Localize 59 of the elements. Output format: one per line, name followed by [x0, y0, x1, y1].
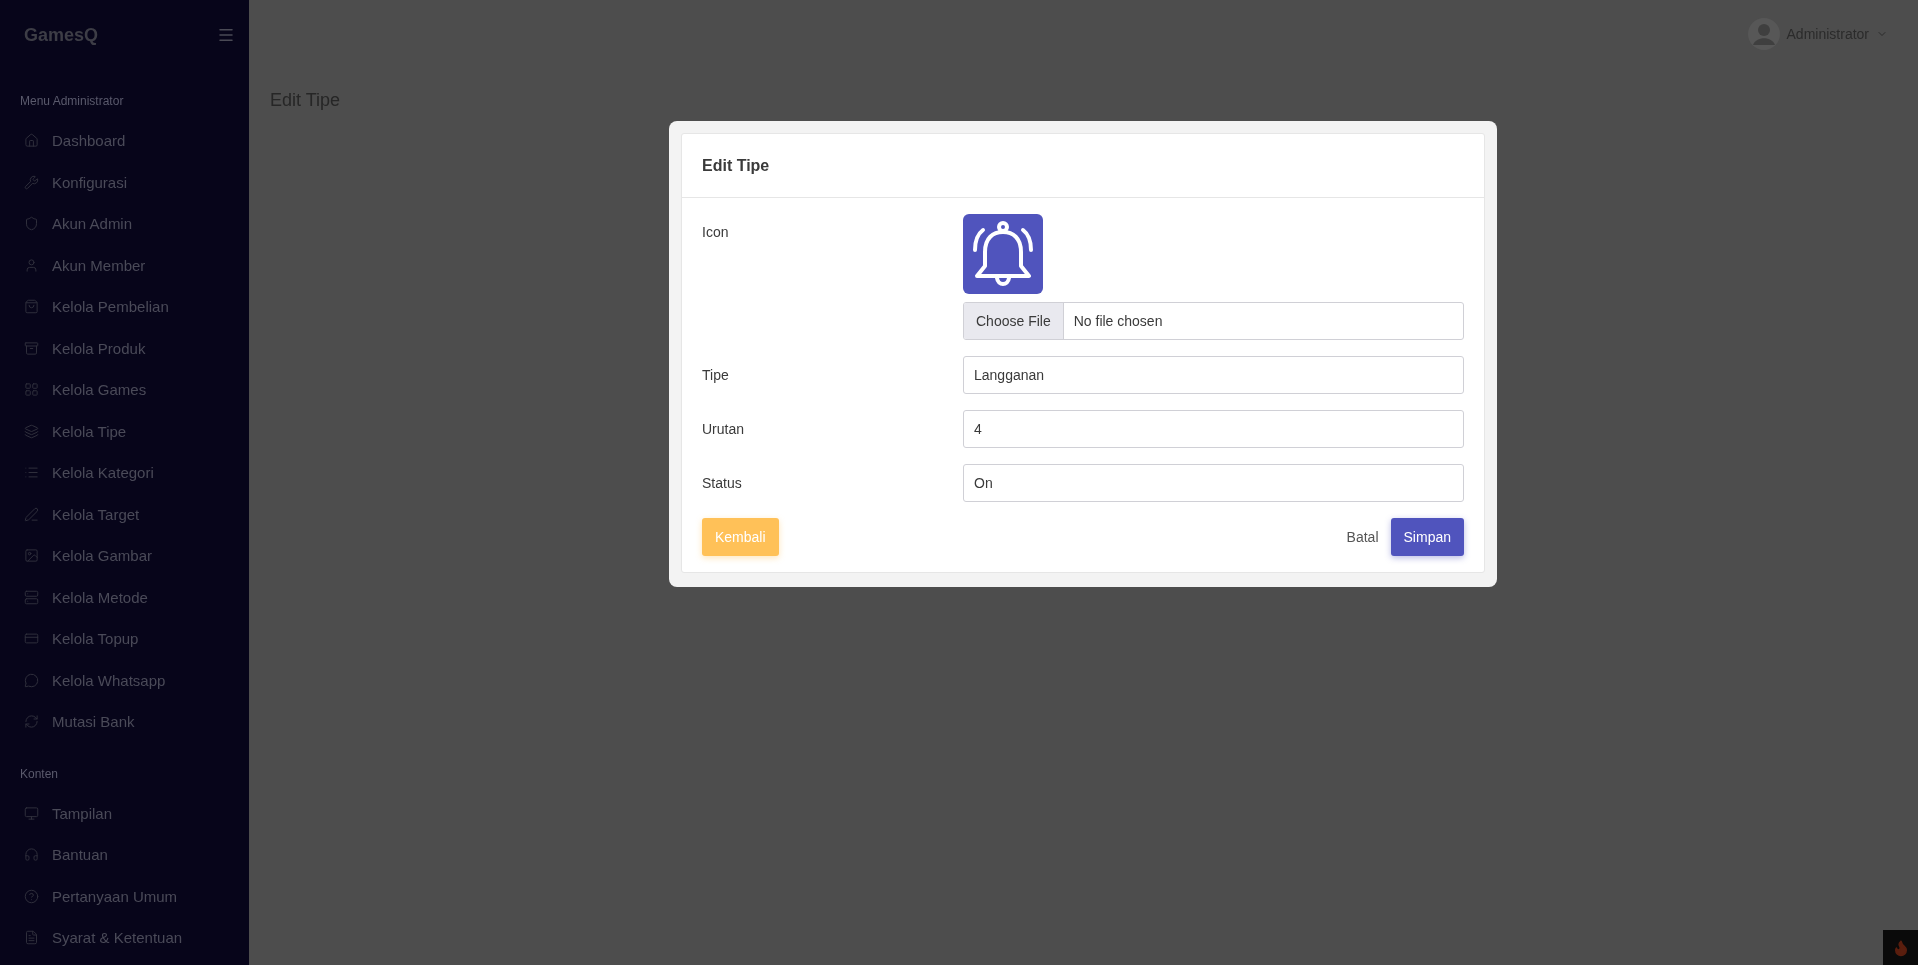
- server-icon: [24, 589, 39, 605]
- bag-icon: [24, 299, 39, 315]
- bell-icon: [963, 214, 1043, 294]
- menu-icon[interactable]: [217, 26, 235, 44]
- input-field[interactable]: On: [963, 464, 1464, 502]
- wrench-icon: [24, 174, 39, 190]
- cancel-link[interactable]: Batal: [1346, 529, 1379, 545]
- grid-icon: [24, 382, 39, 398]
- sidebar-item[interactable]: Bantuan: [20, 834, 249, 876]
- field-label: Tipe: [702, 367, 730, 383]
- sidebar-item[interactable]: Konfigurasi: [20, 161, 249, 203]
- sidebar-item[interactable]: Mutasi Bank: [20, 701, 249, 743]
- sidebar-item[interactable]: Kelola Kategori: [20, 452, 249, 494]
- save-button[interactable]: Simpan: [1390, 518, 1464, 556]
- sidebar-item[interactable]: Dashboard: [20, 120, 249, 162]
- brand-logo: GamesQ: [24, 24, 99, 46]
- corner-widget[interactable]: [1883, 930, 1918, 965]
- sidebar-item[interactable]: Kelola Games: [20, 369, 249, 411]
- user-icon: [24, 257, 39, 273]
- help-icon: [24, 888, 39, 904]
- monitor-icon: [24, 805, 39, 821]
- sidebar-item[interactable]: Tampilan: [20, 792, 249, 834]
- sidebar-item[interactable]: Pertanyaan Umum: [20, 875, 249, 917]
- sidebar-item[interactable]: Kelola Pembelian: [20, 286, 249, 328]
- sidebar-item[interactable]: Kelola Gambar: [20, 535, 249, 577]
- field-label: Urutan: [702, 421, 746, 437]
- input-field[interactable]: 4: [963, 410, 1464, 448]
- card-icon: [24, 631, 39, 647]
- chat-icon: [24, 672, 39, 688]
- sidebar-item[interactable]: Kelola Whatsapp: [20, 659, 249, 701]
- sidebar-item[interactable]: Syarat & Ketentuan: [20, 917, 249, 959]
- sidebar-item[interactable]: Kelola Tipe: [20, 410, 249, 452]
- sidebar-item[interactable]: Kelola Produk: [20, 327, 249, 369]
- shield-icon: [24, 216, 39, 232]
- file-field[interactable]: Choose File No file chosen: [963, 302, 1464, 340]
- field-label: Icon: [702, 224, 730, 240]
- avatar-icon: [1747, 18, 1780, 50]
- home-icon: [24, 133, 39, 149]
- dialog-title: Edit Tipe: [702, 156, 770, 175]
- file-name: No file chosen: [1072, 312, 1163, 331]
- layers-icon: [24, 423, 39, 439]
- sidebar-item[interactable]: Kelola Topup: [20, 618, 249, 660]
- headphones-icon: [24, 847, 39, 863]
- image-icon: [24, 548, 39, 564]
- sidebar-item[interactable]: Akun Member: [20, 244, 249, 286]
- archive-icon: [24, 340, 39, 356]
- sidebar-item[interactable]: Kelola Target: [20, 493, 249, 535]
- section-title: Konten: [20, 766, 60, 781]
- back-button[interactable]: Kembali: [702, 518, 779, 556]
- pen-icon: [24, 506, 39, 522]
- input-field[interactable]: Langganan: [963, 356, 1464, 394]
- refresh-icon: [24, 714, 39, 730]
- choose-file-button[interactable]: Choose File: [964, 303, 1064, 339]
- sidebar-item[interactable]: Akun Admin: [20, 203, 249, 245]
- sidebar-item[interactable]: Kelola Metode: [20, 576, 249, 618]
- list-icon: [24, 465, 39, 481]
- field-label: Status: [702, 475, 743, 491]
- document-icon: [24, 930, 39, 946]
- section-title: Menu Administrator: [20, 94, 125, 108]
